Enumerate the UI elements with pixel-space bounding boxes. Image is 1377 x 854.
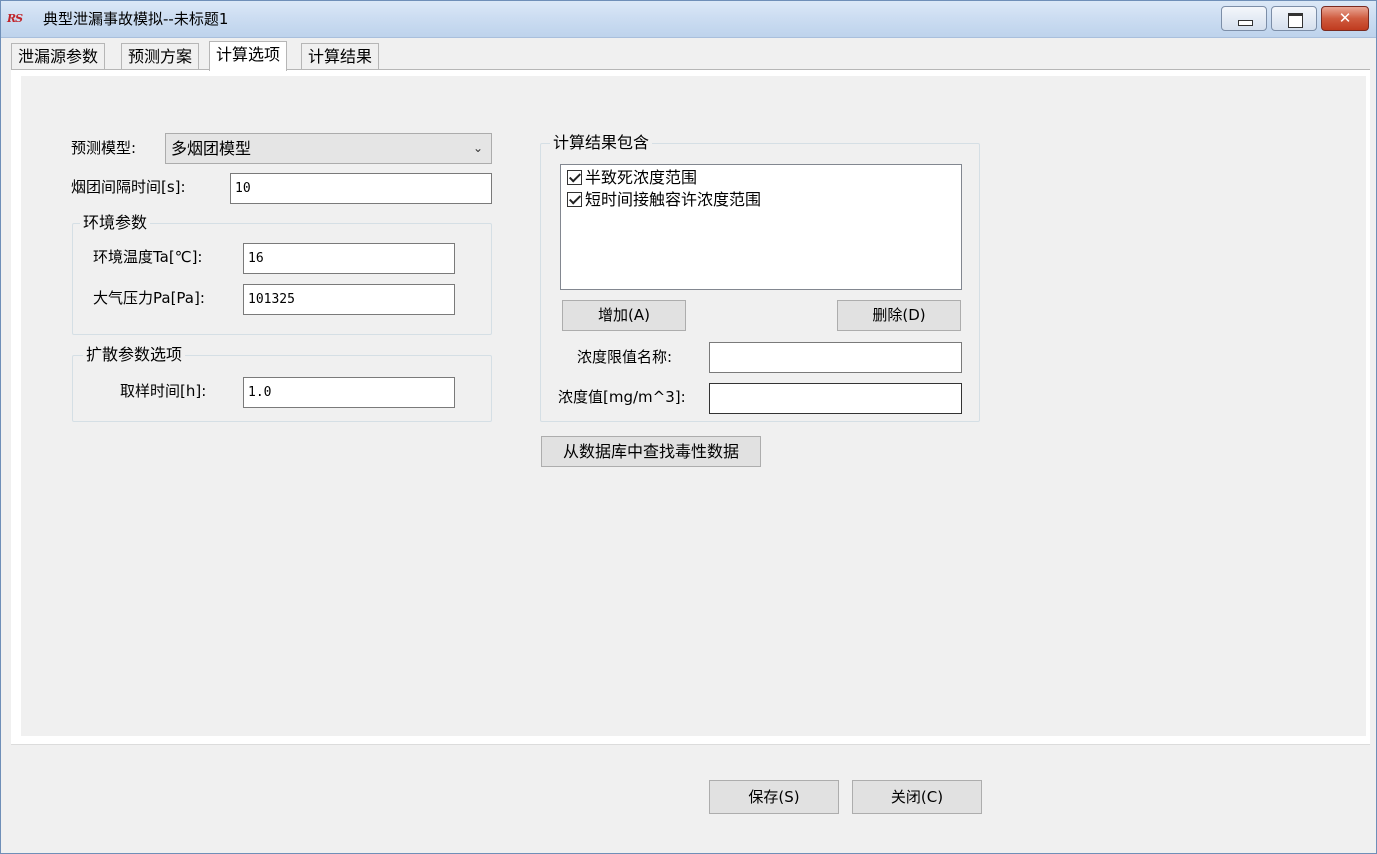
model-select[interactable]: 多烟团模型 ⌄: [165, 133, 492, 164]
diffusion-params-title: 扩散参数选项: [83, 345, 186, 365]
env-params-group: [72, 223, 492, 335]
app-logo-icon: RS: [7, 12, 23, 25]
lookup-toxicity-button[interactable]: 从数据库中查找毒性数据: [541, 436, 761, 467]
list-item-label: 短时间接触容许浓度范围: [585, 190, 762, 209]
list-item[interactable]: 短时间接触容许浓度范围: [567, 190, 761, 210]
close-window-button[interactable]: ✕: [1321, 6, 1369, 31]
list-item-label: 半致死浓度范围: [585, 168, 698, 187]
interval-label: 烟团间隔时间[s]:: [71, 178, 186, 196]
checkbox-checked-icon[interactable]: [567, 192, 582, 207]
tab-leak-source[interactable]: 泄漏源参数: [11, 43, 106, 70]
concentration-input[interactable]: [709, 383, 962, 414]
title-bar: RS 典型泄漏事故模拟--未标题1 ✕: [1, 1, 1376, 38]
save-button[interactable]: 保存(S): [709, 780, 839, 814]
model-select-value: 多烟团模型: [171, 139, 252, 158]
chevron-down-icon: ⌄: [472, 141, 483, 155]
pressure-input[interactable]: [243, 284, 455, 315]
temperature-input[interactable]: [243, 243, 455, 274]
sample-time-input[interactable]: [243, 377, 455, 408]
model-label: 预测模型:: [71, 139, 137, 157]
concentration-label: 浓度值[mg/m^3]:: [558, 388, 686, 406]
limit-name-label: 浓度限值名称:: [577, 348, 673, 366]
tab-prediction-plan[interactable]: 预测方案: [121, 43, 200, 70]
close-button[interactable]: 关闭(C): [852, 780, 982, 814]
close-icon: ✕: [1338, 9, 1352, 27]
tab-calc-options[interactable]: 计算选项: [209, 41, 288, 71]
main-window: RS 典型泄漏事故模拟--未标题1 ✕ 泄漏源参数 预测方案 计算选项 计算结果…: [0, 0, 1377, 854]
sample-time-label: 取样时间[h]:: [120, 382, 207, 400]
add-button[interactable]: 增加(A): [562, 300, 686, 331]
results-listbox[interactable]: 半致死浓度范围 短时间接触容许浓度范围: [560, 164, 962, 290]
results-include-title: 计算结果包含: [550, 133, 653, 153]
limit-name-input[interactable]: [709, 342, 962, 373]
pressure-label: 大气压力Pa[Pa]:: [93, 289, 205, 307]
minimize-button[interactable]: [1221, 6, 1267, 31]
list-item[interactable]: 半致死浓度范围: [567, 168, 697, 188]
tab-calc-results[interactable]: 计算结果: [301, 43, 380, 70]
delete-button[interactable]: 删除(D): [837, 300, 961, 331]
env-params-title: 环境参数: [80, 213, 151, 233]
interval-input[interactable]: [230, 173, 492, 204]
maximize-button[interactable]: [1271, 6, 1317, 31]
checkbox-checked-icon[interactable]: [567, 170, 582, 185]
window-title: 典型泄漏事故模拟--未标题1: [43, 10, 229, 28]
temperature-label: 环境温度Ta[℃]:: [93, 248, 203, 266]
footer-divider: [11, 744, 1370, 745]
